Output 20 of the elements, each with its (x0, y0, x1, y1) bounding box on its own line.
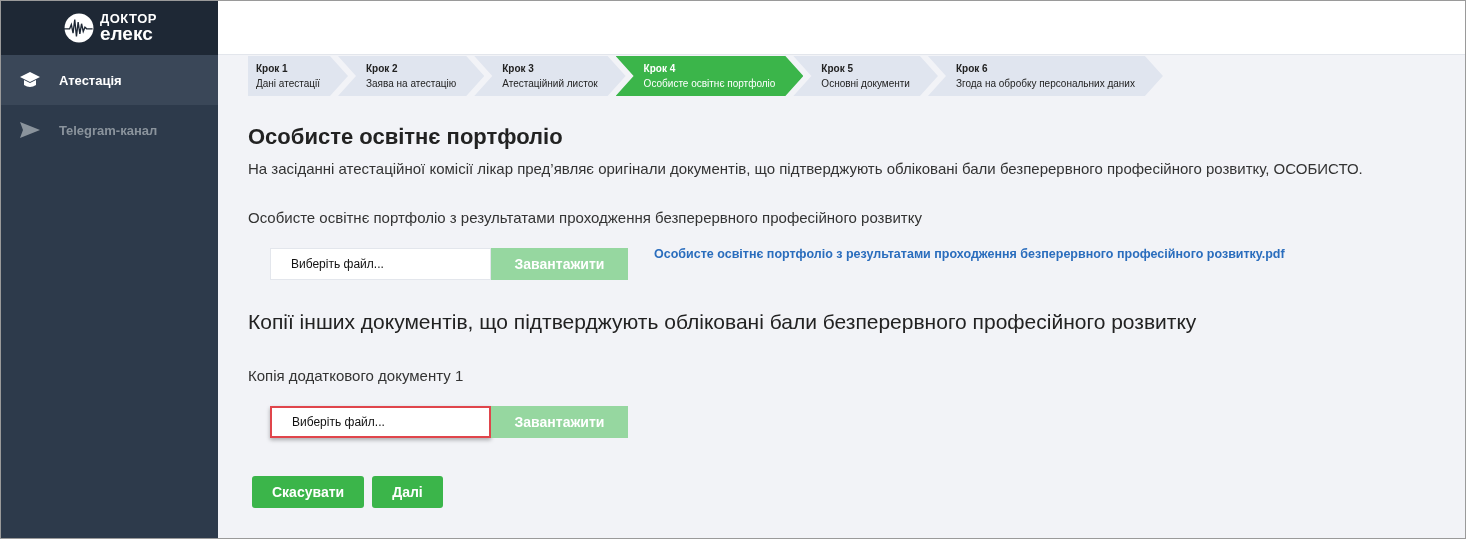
step-tab[interactable]: Крок 6 Згода на обробку персональних даних (927, 56, 1163, 96)
step-tab[interactable]: Крок 2 Заява на атестацію (338, 56, 485, 96)
step-tab[interactable]: Крок 3 Атестаційний листок (474, 56, 626, 96)
graduation-cap-icon (19, 71, 41, 89)
wave-logo-icon (62, 11, 96, 45)
step-tab[interactable]: Крок 5 Основні документи (793, 56, 938, 96)
send-icon (19, 121, 41, 139)
step-tab[interactable]: Крок 1 Дані атестації (248, 56, 348, 96)
sidebar-item[interactable]: Telegram-канал (1, 105, 218, 155)
logo-text: ДОКТОР (100, 12, 157, 26)
file-link[interactable]: Особисте освітнє портфоліо з результатами проходження безперервного професійного розвитку.pdf (654, 247, 1285, 261)
page-title: Особисте освітнє портфоліо (248, 124, 564, 150)
field-label: Особисте освітнє портфоліо з результатами проходження безперервного професійного розвитку (248, 209, 923, 226)
notice-text: На засіданні атестаційної комісії лікар пред’являє оригінали документів, що підтверджують обліковані бали безперервного професійного розвитку, ОСОБИСТО. (248, 160, 1364, 177)
logo-text: елекс (100, 25, 153, 44)
field-label: Копія додаткового документу 1 (248, 367, 465, 384)
sidebar-item[interactable]: Атестація (1, 55, 218, 105)
section-heading: Копії інших документів, що підтверджують обліковані бали безперервного професійного розвитку (248, 310, 1198, 334)
file-field[interactable]: Виберіть файл... (270, 248, 491, 280)
file-field[interactable]: Виберіть файл... (270, 406, 491, 438)
